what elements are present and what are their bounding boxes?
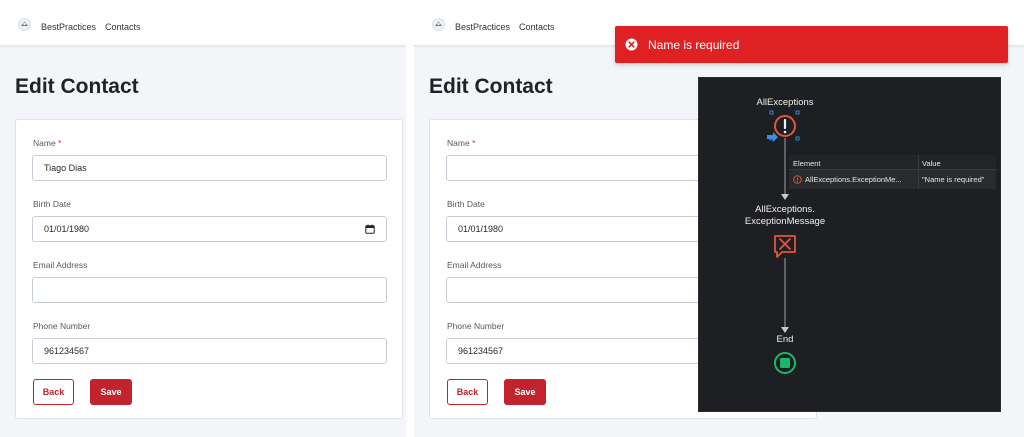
error-circle-icon xyxy=(625,38,638,51)
watch-table-header: Element Value xyxy=(789,155,996,170)
phone-input[interactable]: 961234567 xyxy=(32,338,387,364)
error-toast-message: Name is required xyxy=(648,38,740,52)
birth-date-input[interactable]: 01/01/1980 xyxy=(32,216,387,242)
birth-date-value: 01/01/1980 xyxy=(458,224,504,234)
save-button[interactable]: Save xyxy=(90,379,132,405)
nav-contacts-link[interactable]: Contacts xyxy=(519,22,555,32)
name-label-text: Name xyxy=(447,138,470,148)
birth-date-label: Birth Date xyxy=(447,199,485,209)
email-label: Email Address xyxy=(447,260,502,270)
debug-pointer-icon xyxy=(767,132,778,142)
name-input[interactable]: Tiago Dias xyxy=(32,155,387,181)
back-button[interactable]: Back xyxy=(33,379,74,405)
nav-contacts-link[interactable]: Contacts xyxy=(105,22,141,32)
action-node-label-line1: AllExceptions. xyxy=(755,204,815,215)
app-logo-icon[interactable] xyxy=(18,18,31,31)
exception-row-icon xyxy=(793,175,802,184)
phone-label: Phone Number xyxy=(33,321,91,331)
app-logo-icon[interactable] xyxy=(432,18,445,31)
save-button[interactable]: Save xyxy=(504,379,546,405)
email-label: Email Address xyxy=(33,260,88,270)
flow-diagram xyxy=(767,110,800,374)
email-input[interactable] xyxy=(32,277,387,303)
phone-label: Phone Number xyxy=(447,321,505,331)
end-node-icon[interactable] xyxy=(774,352,796,374)
birth-date-value: 01/01/1980 xyxy=(44,224,90,234)
top-navbar: BestPractices Contacts xyxy=(0,0,406,46)
watch-row-value: "Name is required" xyxy=(922,175,985,184)
nav-app-name[interactable]: BestPractices xyxy=(41,22,96,32)
name-label: Name * xyxy=(33,138,61,148)
start-node-label: AllExceptions xyxy=(756,97,814,108)
required-mark: * xyxy=(58,138,62,148)
left-screen: BestPractices Contacts Edit Contact Name… xyxy=(0,0,406,437)
debugger-flow-panel: AllExceptions AllExceptions. ExceptionMe… xyxy=(698,77,1001,412)
name-label: Name * xyxy=(447,138,475,148)
calendar-icon[interactable] xyxy=(365,224,375,234)
exception-message-icon[interactable] xyxy=(774,235,796,258)
exception-handler-icon[interactable] xyxy=(774,115,796,137)
watch-col-value: Value xyxy=(922,159,941,168)
page-title: Edit Contact xyxy=(429,75,553,98)
watch-table-row[interactable]: AllExceptions.ExceptionMe... "Name is re… xyxy=(789,172,996,187)
back-button[interactable]: Back xyxy=(447,379,488,405)
watch-row-element: AllExceptions.ExceptionMe... xyxy=(805,175,902,184)
end-node-label: End xyxy=(776,334,794,345)
watch-table: Element Value AllExceptions.ExceptionMe.… xyxy=(789,155,996,189)
nav-app-name[interactable]: BestPractices xyxy=(455,22,510,32)
action-node-label-line2: ExceptionMessage xyxy=(744,216,826,227)
page-title: Edit Contact xyxy=(15,75,139,98)
required-mark: * xyxy=(472,138,476,148)
birth-date-label: Birth Date xyxy=(33,199,71,209)
watch-col-element: Element xyxy=(793,159,821,168)
edit-contact-form: Name * Tiago Dias Birth Date 01/01/1980 … xyxy=(15,119,403,419)
name-label-text: Name xyxy=(33,138,56,148)
error-toast: Name is required xyxy=(615,26,1008,63)
